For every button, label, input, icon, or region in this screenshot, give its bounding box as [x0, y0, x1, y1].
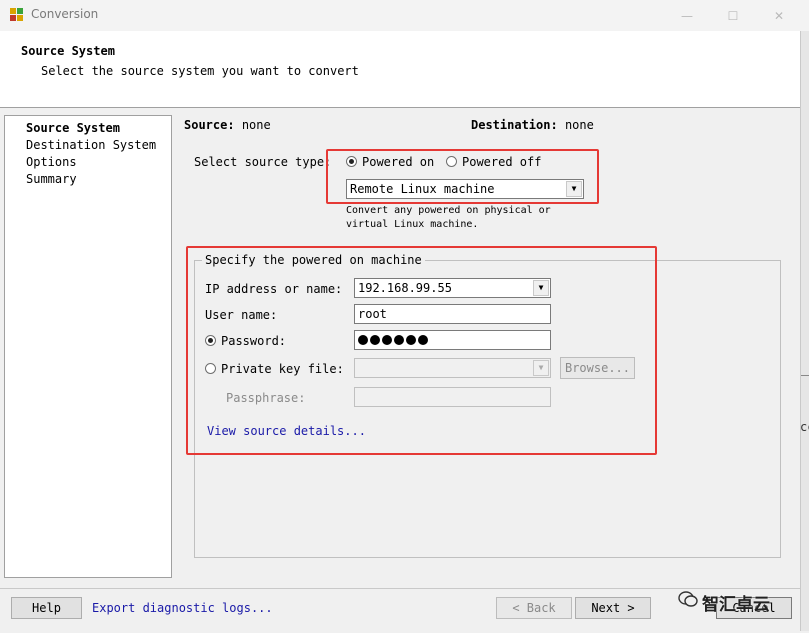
edge-divider	[801, 375, 809, 376]
next-button[interactable]: Next >	[575, 597, 651, 619]
close-button[interactable]: ✕	[756, 0, 802, 31]
destination-label: Destination:	[471, 118, 558, 132]
nav-item-options[interactable]: Options	[26, 155, 77, 169]
watermark-text: 智汇卓云	[702, 595, 770, 615]
destination-value: none	[564, 118, 594, 132]
footer-divider	[0, 588, 800, 589]
source-value: none	[241, 118, 271, 132]
nav-item-destination-system[interactable]: Destination System	[26, 138, 156, 152]
maximize-icon: ☐	[727, 8, 739, 23]
wechat-icon	[678, 591, 698, 607]
destination-summary: Destination: none	[471, 118, 594, 132]
back-button[interactable]: < Back	[496, 597, 572, 619]
help-button[interactable]: Help	[11, 597, 82, 619]
page-title: Source System	[21, 44, 115, 58]
export-logs-link[interactable]: Export diagnostic logs...	[92, 601, 273, 615]
source-summary: Source: none	[184, 118, 271, 132]
minimize-icon: —	[681, 8, 693, 23]
background-window-edge	[800, 31, 809, 631]
minimize-button[interactable]: —	[664, 0, 710, 31]
annotation-box-machine	[186, 246, 657, 455]
wizard-steps-nav: Source System Destination System Options…	[4, 115, 172, 578]
source-label: Source:	[184, 118, 235, 132]
maximize-button[interactable]: ☐	[710, 0, 756, 31]
annotation-box-source-type	[326, 149, 599, 204]
window-title: Conversion	[31, 7, 99, 21]
page-subtitle: Select the source system you want to con…	[41, 64, 359, 78]
source-type-description: Convert any powered on physical or virtu…	[346, 205, 551, 230]
app-icon	[10, 8, 23, 21]
source-type-label: Select source type:	[194, 155, 332, 169]
close-icon: ✕	[773, 8, 785, 23]
nav-item-source-system[interactable]: Source System	[26, 121, 120, 135]
edge-text: cc	[800, 420, 809, 434]
nav-item-summary[interactable]: Summary	[26, 172, 77, 186]
wizard-header: Source System Select the source system y…	[0, 31, 800, 108]
